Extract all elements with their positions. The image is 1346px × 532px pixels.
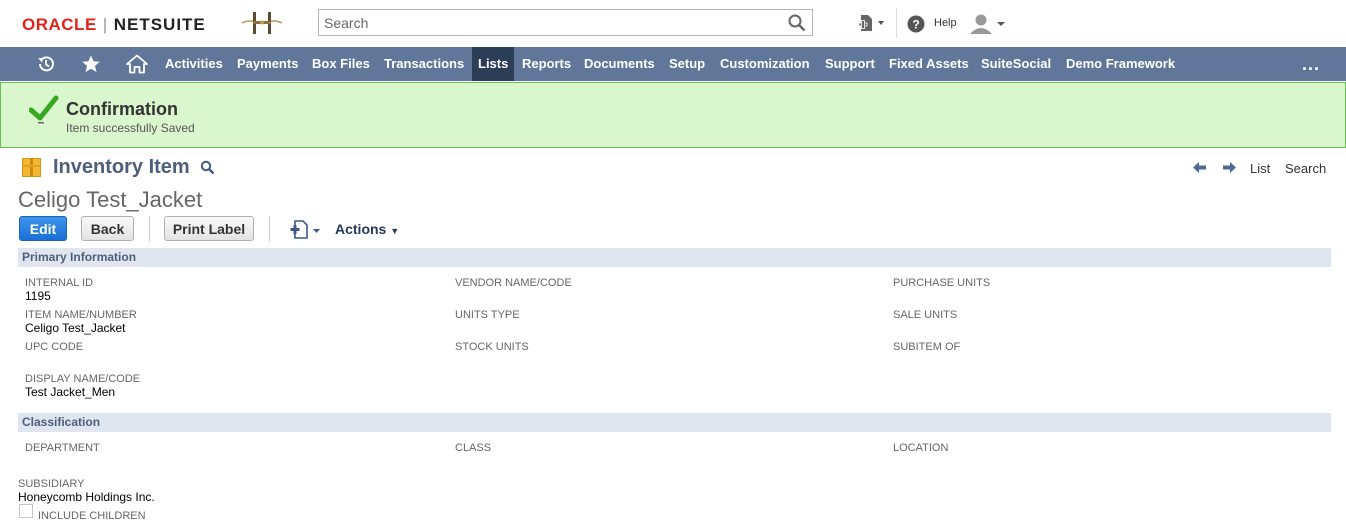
actions-label: Actions: [335, 221, 387, 237]
header-divider: [896, 8, 897, 38]
help-icon[interactable]: ?: [907, 15, 925, 33]
create-new-icon[interactable]: [858, 14, 886, 32]
record-search-icon[interactable]: [200, 160, 215, 175]
item-name-label: ITEM NAME/NUMBER: [25, 309, 137, 321]
nav-demo-framework[interactable]: Demo Framework: [1060, 47, 1181, 81]
global-search: [318, 9, 813, 36]
brand-netsuite: NETSUITE: [113, 15, 206, 34]
nav-documents[interactable]: Documents: [578, 47, 661, 81]
edit-button[interactable]: Edit: [19, 216, 67, 241]
nav-box-files[interactable]: Box Files: [306, 47, 376, 81]
purchase-units-label: PURCHASE UNITS: [893, 277, 991, 289]
button-divider: [269, 216, 270, 241]
back-button[interactable]: Back: [81, 216, 134, 241]
include-children-checkbox[interactable]: [19, 504, 33, 518]
confirmation-message: Item successfully Saved: [66, 121, 195, 135]
confirmation-banner: Confirmation Item successfully Saved: [0, 82, 1346, 148]
nav-customization[interactable]: Customization: [714, 47, 816, 81]
nav-suitesocial[interactable]: SuiteSocial: [975, 47, 1057, 81]
inventory-box-icon: [22, 158, 41, 177]
checkmark-icon: [29, 95, 59, 124]
internal-id-label: INTERNAL ID: [25, 277, 94, 289]
svg-text:?: ?: [912, 18, 919, 32]
item-name-value: Celigo Test_Jacket: [25, 321, 126, 335]
record-type-title: Inventory Item: [53, 156, 190, 178]
nav-more-menu[interactable]: ...: [1302, 55, 1320, 73]
star-icon[interactable]: [75, 47, 107, 81]
nav-lists[interactable]: Lists: [472, 47, 514, 81]
nav-transactions[interactable]: Transactions: [378, 47, 470, 81]
help-link[interactable]: Help: [934, 17, 957, 29]
nav-support[interactable]: Support: [819, 47, 881, 81]
brand-separator: |: [102, 15, 108, 34]
vendor-name-label: VENDOR NAME/CODE: [455, 277, 572, 289]
subitem-of-label: SUBITEM OF: [893, 341, 961, 353]
nav-activities[interactable]: Activities: [159, 47, 229, 81]
nav-fixed-assets[interactable]: Fixed Assets: [883, 47, 975, 81]
sale-units-label: SALE UNITS: [893, 309, 958, 321]
nav-reports[interactable]: Reports: [516, 47, 577, 81]
primary-information-header[interactable]: Primary Information: [18, 248, 1331, 267]
nav-payments[interactable]: Payments: [231, 47, 304, 81]
list-link[interactable]: List: [1250, 161, 1270, 176]
recent-records-icon[interactable]: [30, 47, 62, 81]
home-icon[interactable]: [121, 47, 153, 81]
netsuite-logo[interactable]: ORACLE | NETSUITE: [22, 15, 206, 35]
top-bar: ORACLE | NETSUITE ? Help: [0, 0, 1346, 47]
actions-menu[interactable]: Actions ▼: [335, 221, 399, 237]
class-label: CLASS: [455, 442, 492, 454]
internal-id-value: 1195: [25, 289, 51, 303]
arrow-right-icon[interactable]: [1222, 161, 1237, 174]
subsidiary-value: Honeycomb Holdings Inc.: [18, 490, 155, 504]
units-type-label: UNITS TYPE: [455, 309, 520, 321]
nav-setup[interactable]: Setup: [663, 47, 711, 81]
new-record-icon[interactable]: [290, 220, 322, 240]
search-link[interactable]: Search: [1285, 161, 1326, 176]
confirmation-title: Confirmation: [66, 99, 178, 119]
main-navigation: Activities Payments Box Files Transactio…: [0, 47, 1346, 81]
department-label: DEPARTMENT: [25, 442, 100, 454]
stock-units-label: STOCK UNITS: [455, 341, 529, 353]
record-name: Celigo Test_Jacket: [18, 187, 203, 212]
classification-header[interactable]: Classification: [18, 413, 1331, 432]
display-name-label: DISPLAY NAME/CODE: [25, 373, 141, 385]
search-input[interactable]: [319, 10, 779, 35]
display-name-value: Test Jacket_Men: [25, 385, 116, 399]
search-icon[interactable]: [788, 14, 806, 32]
include-children-label: INCLUDE CHILDREN: [38, 510, 146, 522]
upc-code-label: UPC CODE: [25, 341, 84, 353]
arrow-left-icon[interactable]: [1192, 161, 1207, 174]
print-label-button[interactable]: Print Label: [164, 216, 254, 241]
button-divider: [149, 216, 150, 241]
chevron-down-icon: ▼: [390, 226, 400, 236]
brand-oracle: ORACLE: [22, 15, 97, 34]
subsidiary-label: SUBSIDIARY: [18, 478, 85, 490]
company-logo-icon: [241, 12, 283, 34]
location-label: LOCATION: [893, 442, 949, 454]
user-icon[interactable]: [968, 13, 1006, 35]
